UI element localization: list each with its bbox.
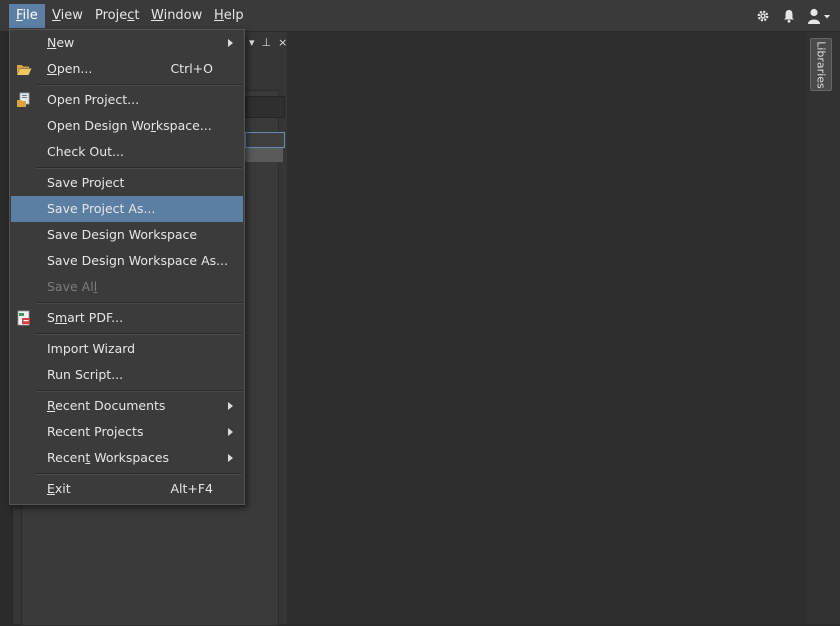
menu-help[interactable]: Help — [207, 4, 251, 28]
menu-item-save-project-as[interactable]: Save Project As... — [11, 196, 243, 222]
panel-list-item[interactable] — [245, 148, 283, 162]
mnemonic-char: t — [85, 450, 91, 465]
menu-item-label: Smart PDF... — [47, 310, 124, 325]
panel-list-item-focused[interactable] — [245, 132, 285, 148]
menu-item-label: Open... — [47, 61, 93, 76]
menu-view[interactable]: View — [45, 4, 90, 28]
menu-item-label: Recent Workspaces — [47, 450, 170, 465]
mnemonic-char: O — [47, 61, 57, 76]
menu-view-rest: iew — [60, 8, 83, 23]
menu-separator — [36, 333, 242, 335]
panel-search-field[interactable] — [245, 96, 285, 118]
user-icon[interactable] — [806, 6, 832, 26]
menu-help-rest: elp — [223, 8, 244, 23]
menu-item-smart-pdf[interactable]: Smart PDF... — [11, 305, 243, 331]
menu-item-recent-workspaces[interactable]: Recent Workspaces — [11, 445, 243, 471]
menu-item-label: Save Project As... — [47, 201, 156, 216]
menubar-right-icons — [754, 6, 832, 26]
menu-project[interactable]: Project — [88, 4, 147, 28]
menu-item-label: Import Wizard — [47, 341, 136, 356]
menu-window-rest: indow — [163, 8, 203, 23]
menu-item-label: Recent Documents — [47, 398, 166, 413]
menu-item-recent-projects[interactable]: Recent Projects — [11, 419, 243, 445]
submenu-arrow-icon — [228, 428, 233, 436]
mnemonic-char: N — [47, 35, 57, 50]
menu-item-label: Exit — [47, 481, 71, 496]
menu-item-open-design-workspace[interactable]: Open Design Workspace... — [11, 113, 243, 139]
submenu-arrow-icon — [228, 454, 233, 462]
panel-menu-icon[interactable]: ▾ — [249, 36, 255, 49]
menu-item-recent-documents[interactable]: Recent Documents — [11, 393, 243, 419]
gear-icon[interactable] — [754, 6, 772, 26]
pin-icon[interactable]: ⊥ — [262, 36, 272, 49]
document-area — [287, 32, 806, 624]
menu-item-label: New — [47, 35, 75, 50]
menu-file[interactable]: File — [9, 4, 45, 28]
mnemonic-char: r — [150, 118, 156, 133]
pdf-icon — [16, 310, 32, 326]
menu-item-import-wizard[interactable]: Import Wizard — [11, 336, 243, 362]
menu-separator — [36, 473, 242, 475]
menu-item-label: Check Out... — [47, 144, 125, 159]
menu-item-save-design-workspace[interactable]: Save Design Workspace — [11, 222, 243, 248]
close-panel-icon[interactable]: × — [278, 36, 287, 49]
menu-window[interactable]: Window — [144, 4, 209, 28]
menu-item-check-out[interactable]: Check Out... — [11, 139, 243, 165]
menu-item-label: Save Project — [47, 175, 125, 190]
folder-open-icon — [16, 61, 32, 77]
menu-item-run-script[interactable]: Run Script... — [11, 362, 243, 388]
menu-item-new[interactable]: New — [11, 30, 243, 56]
mnemonic-char: R — [47, 398, 56, 413]
menu-project-rest: t — [134, 8, 140, 23]
open-project-icon — [16, 92, 32, 108]
menu-view-mnemonic: V — [52, 8, 61, 23]
menu-item-label: Run Script... — [47, 367, 124, 382]
menu-item-open-project[interactable]: Open Project... — [11, 87, 243, 113]
menu-item-exit[interactable]: Exit Alt+F4 — [11, 476, 243, 502]
menu-item-save-project[interactable]: Save Project — [11, 170, 243, 196]
file-menu-dropdown: New Open... Ctrl+O Open Project... Open D… — [9, 29, 245, 505]
menu-project-prefix: Proje — [95, 8, 128, 23]
menu-separator — [36, 390, 242, 392]
shortcut-label: Alt+F4 — [170, 481, 213, 496]
menu-item-label: Save Design Workspace — [47, 227, 198, 242]
menu-window-mnemonic: W — [151, 8, 164, 23]
menu-help-mnemonic: H — [214, 8, 224, 23]
menu-item-save-all: Save All — [11, 274, 243, 300]
libraries-tab[interactable]: Libraries — [810, 38, 832, 91]
menu-item-label: Open Design Workspace... — [47, 118, 212, 133]
menu-item-label: Open Project... — [47, 92, 140, 107]
submenu-arrow-icon — [228, 402, 233, 410]
menu-separator — [36, 84, 242, 86]
menu-bar: File View Project Window Help — [0, 0, 840, 32]
menu-item-label: Save Design Workspace As... — [47, 253, 229, 268]
right-dock: Libraries — [806, 32, 840, 624]
menu-item-save-design-workspace-as[interactable]: Save Design Workspace As... — [11, 248, 243, 274]
panel-controls: ▾ ⊥ × — [249, 36, 287, 49]
shortcut-label: Ctrl+O — [170, 61, 213, 76]
mnemonic-char: E — [47, 481, 55, 496]
bell-icon[interactable] — [780, 6, 798, 26]
libraries-tab-label: Libraries — [814, 40, 828, 89]
menu-separator — [36, 167, 242, 169]
menu-separator — [36, 302, 242, 304]
menu-item-open[interactable]: Open... Ctrl+O — [11, 56, 243, 82]
mnemonic-char: l — [93, 279, 98, 294]
menu-item-label: Recent Projects — [47, 424, 144, 439]
submenu-arrow-icon — [228, 39, 233, 47]
menu-item-label: Save All — [47, 279, 98, 294]
mnemonic-char: m — [54, 310, 68, 325]
menu-file-rest: ile — [22, 8, 38, 23]
